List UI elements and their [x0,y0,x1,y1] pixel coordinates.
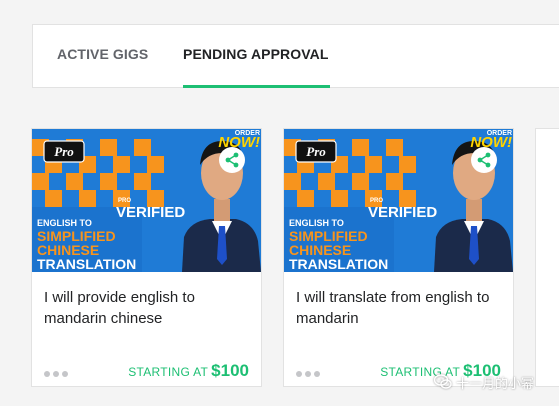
gig-thumbnail[interactable]: Pro ORDER NOW! PRO VERIFIED ENGLISH TO SIMPLIF… [32,129,261,272]
more-options-button[interactable] [44,370,72,378]
more-dots-icon [305,371,311,377]
more-dots-icon [53,371,59,377]
active-tab-indicator [183,85,330,88]
thumb-line-1: ENGLISH TO [37,218,92,228]
gig-card[interactable]: Pro ORDER NOW! PRO VERIFIED ENGLISH TO SIMPLIF… [31,128,262,387]
share-button[interactable] [219,147,245,173]
gig-card-partial[interactable] [535,128,559,387]
price-value: $100 [211,361,249,380]
gig-card[interactable]: Pro ORDER NOW! PRO VERIFIED ENGLISH TO SIMPLIF… [283,128,514,387]
more-dots-icon [314,371,320,377]
tab-pending-approval[interactable]: PENDING APPROVAL [183,46,329,62]
gig-title[interactable]: I will provide english to mandarin chine… [44,287,249,329]
more-dots-icon [62,371,68,377]
more-dots-icon [296,371,302,377]
verified-label: VERIFIED [368,204,437,221]
watermark: 十一月的小幂 [434,370,534,394]
starting-at-label: STARTING AT [128,365,209,379]
more-options-button[interactable] [296,370,324,378]
gig-title[interactable]: I will translate from english to mandari… [296,287,501,329]
gig-thumbnail[interactable]: Pro ORDER NOW! PRO VERIFIED ENGLISH TO SIMPLIF… [284,129,513,272]
thumb-line-1: ENGLISH TO [289,218,344,228]
now-label: NOW! [470,134,512,151]
pro-badge: Pro [54,144,74,159]
gig-price: STARTING AT $100 [128,361,249,381]
now-label: NOW! [218,134,260,151]
tab-active-gigs[interactable]: ACTIVE GIGS [57,46,148,62]
watermark-text: 十一月的小幂 [456,375,535,391]
more-dots-icon [44,371,50,377]
share-button[interactable] [471,147,497,173]
thumb-line-4: TRANSLATION [289,256,388,272]
thumb-line-4: TRANSLATION [37,256,136,272]
verified-label: VERIFIED [116,204,185,221]
wechat-icon [434,374,452,389]
gig-status-tabs: ACTIVE GIGS PENDING APPROVAL [32,24,559,88]
pro-badge: Pro [306,144,326,159]
